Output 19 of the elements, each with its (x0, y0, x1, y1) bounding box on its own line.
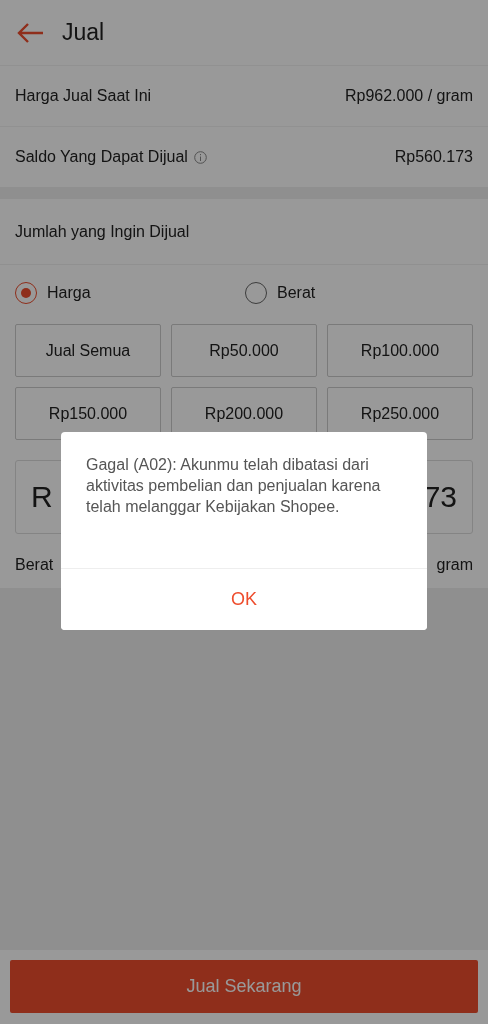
info-label: Saldo Yang Dapat Dijual (15, 148, 188, 166)
radio-option[interactable]: Harga (15, 282, 91, 304)
preset-button[interactable]: Rp100.000 (327, 324, 473, 377)
info-label: Harga Jual Saat Ini (15, 87, 152, 105)
weight-unit: gram (436, 556, 473, 574)
radio-option[interactable]: Berat (245, 282, 316, 304)
preset-button[interactable]: Rp250.000 (327, 387, 473, 440)
ok-button[interactable]: OK (61, 568, 427, 630)
preset-button[interactable]: Rp150.000 (15, 387, 161, 440)
back-arrow-icon[interactable] (16, 21, 44, 44)
info-icon[interactable] (193, 150, 207, 164)
info-value: Rp962.000 / gram (344, 87, 473, 105)
section-title: Jumlah yang Ingin Dijual (0, 199, 488, 265)
error-message: Gagal (A02): Akunmu telah dibatasi dari aktivitas pembelian dan penjualan karena telah melanggar Kebijakan Shopee. (85, 455, 382, 517)
page-title: Jual (62, 19, 105, 46)
preset-button[interactable]: Jual Semua (15, 324, 161, 377)
preset-button[interactable]: Rp50.000 (171, 324, 317, 377)
info-value: Rp560.173 (394, 148, 473, 166)
weight-label: Berat (15, 556, 54, 574)
